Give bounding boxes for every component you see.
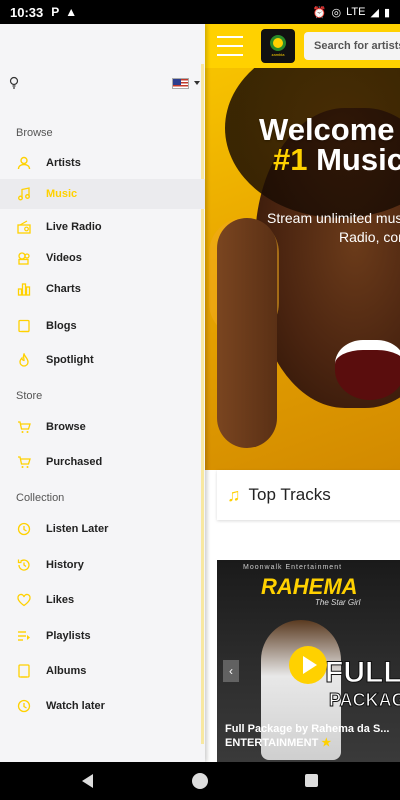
drawer-item-label: Blogs bbox=[46, 320, 77, 332]
alarm-icon: ⏰ bbox=[312, 6, 327, 19]
menu-icon[interactable] bbox=[217, 36, 243, 56]
network-label: LTE bbox=[346, 6, 366, 18]
bar-chart-icon bbox=[16, 281, 32, 297]
section-store: Store bbox=[16, 390, 43, 402]
album-icon bbox=[16, 663, 32, 679]
album-subtitle: The Star Girl bbox=[315, 598, 361, 607]
drawer-item-listen-later[interactable]: Listen Later bbox=[0, 514, 205, 544]
document-icon bbox=[16, 318, 32, 334]
star-icon: ★ bbox=[318, 737, 332, 749]
heart-icon bbox=[16, 592, 32, 608]
drawer-item-label: Live Radio bbox=[46, 221, 102, 233]
person-icon bbox=[16, 155, 32, 171]
drawer-item-label: Music bbox=[46, 188, 78, 200]
drawer-item-likes[interactable]: Likes bbox=[0, 585, 205, 615]
playlist-icon bbox=[16, 628, 32, 644]
play-button[interactable] bbox=[289, 646, 327, 684]
drawer-item-music[interactable]: Music bbox=[0, 179, 205, 209]
drawer-item-label: Watch later bbox=[46, 700, 105, 712]
album-title-big-2: PACKAGE bbox=[329, 690, 400, 711]
chevron-down-icon[interactable] bbox=[194, 81, 200, 85]
search-input[interactable]: Search for artists, bbox=[304, 32, 400, 60]
drawer-item-label: History bbox=[46, 559, 84, 571]
music-note-icon: ♫ bbox=[227, 484, 241, 505]
album-label: Moonwalk Entertainment bbox=[243, 564, 343, 571]
recents-icon[interactable] bbox=[305, 774, 318, 787]
drawer-item-label: Purchased bbox=[46, 456, 103, 468]
album-title-big: FULL bbox=[325, 656, 400, 690]
drawer-item-label: Spotlight bbox=[46, 354, 94, 366]
drawer-item-watch-later[interactable]: Watch later bbox=[0, 691, 205, 721]
cart-check-icon bbox=[16, 454, 32, 470]
status-bar: 10:33 P ▲ ⏰ ◎ LTE ◢ ▮ bbox=[0, 0, 400, 24]
drawer-item-artists[interactable]: Artists bbox=[0, 148, 205, 178]
drawer-item-store-browse[interactable]: Browse bbox=[0, 412, 205, 442]
drawer-item-spotlight[interactable]: Spotlight bbox=[0, 345, 205, 375]
hero-tagline-1: Stream unlimited musi bbox=[267, 210, 400, 226]
hero-headline: #1 Music bbox=[273, 142, 400, 177]
drawer-item-label: Playlists bbox=[46, 630, 91, 642]
app-notification-icon: P bbox=[51, 5, 60, 19]
main-content: zambia Search for artists, Welcome #1 Mu… bbox=[205, 24, 400, 762]
flame-icon bbox=[16, 352, 32, 368]
film-reel-icon bbox=[16, 250, 32, 266]
music-note-icon bbox=[16, 186, 32, 202]
featured-album-card[interactable]: Moonwalk Entertainment RAHEMA The Star G… bbox=[217, 560, 400, 762]
drawer-item-albums[interactable]: Albums bbox=[0, 656, 205, 686]
back-icon[interactable] bbox=[82, 774, 93, 788]
drawer-item-label: Albums bbox=[46, 665, 87, 677]
battery-icon: ▮ bbox=[383, 6, 390, 19]
drawer-item-history[interactable]: History bbox=[0, 550, 205, 580]
hotspot-icon: ◎ bbox=[331, 6, 342, 19]
top-tracks-title: Top Tracks bbox=[248, 485, 331, 504]
drawer-item-label: Artists bbox=[46, 157, 81, 169]
hero-tagline-2: Radio, con bbox=[339, 229, 400, 245]
signal-icon: ◢ bbox=[370, 6, 379, 19]
radio-icon bbox=[16, 219, 32, 235]
top-tracks-header[interactable]: ♫ Top Tracks bbox=[217, 470, 400, 520]
drawer-item-purchased[interactable]: Purchased bbox=[0, 447, 205, 477]
section-collection: Collection bbox=[16, 492, 65, 504]
app-logo[interactable]: zambia bbox=[261, 29, 295, 63]
cart-icon bbox=[16, 419, 32, 435]
home-icon[interactable] bbox=[192, 773, 208, 789]
section-browse: Browse bbox=[16, 127, 53, 139]
drawer-item-live-radio[interactable]: Live Radio bbox=[0, 212, 205, 242]
drawer-item-label: Charts bbox=[46, 283, 81, 295]
album-caption: Full Package by Rahema da S... ENTERTAIN… bbox=[225, 723, 390, 749]
us-flag-icon[interactable] bbox=[172, 78, 189, 89]
navigation-drawer: Browse Artists Music Live Radio Videos C… bbox=[0, 24, 205, 762]
carousel-prev-button[interactable]: ‹ bbox=[223, 660, 239, 682]
status-time: 10:33 bbox=[10, 4, 44, 20]
drawer-item-label: Browse bbox=[46, 421, 86, 433]
drawer-item-videos[interactable]: Videos bbox=[0, 243, 205, 273]
lightbulb-icon[interactable] bbox=[8, 76, 20, 90]
drawer-item-label: Listen Later bbox=[46, 523, 109, 535]
drawer-item-charts[interactable]: Charts bbox=[0, 274, 205, 304]
drawer-item-playlists[interactable]: Playlists bbox=[0, 621, 205, 651]
warning-icon: ▲ bbox=[65, 5, 78, 19]
clock-icon bbox=[16, 698, 32, 714]
album-artist: RAHEMA bbox=[261, 574, 358, 599]
drawer-item-label: Videos bbox=[46, 252, 82, 264]
drawer-header bbox=[0, 24, 205, 104]
history-icon bbox=[16, 557, 32, 573]
system-nav-bar bbox=[0, 762, 400, 800]
clock-icon bbox=[16, 521, 32, 537]
drawer-item-blogs[interactable]: Blogs bbox=[0, 311, 205, 341]
drawer-item-label: Likes bbox=[46, 594, 75, 606]
status-icons: ⏰ ◎ LTE ◢ ▮ bbox=[313, 6, 390, 19]
